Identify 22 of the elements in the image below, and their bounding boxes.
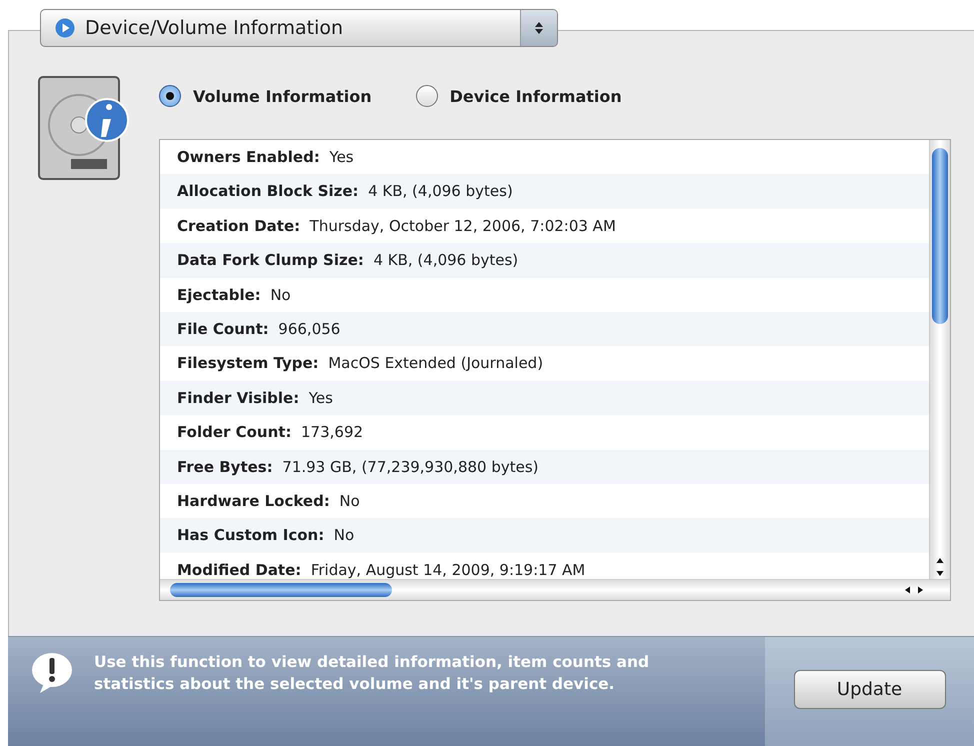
info-row: Finder Visible: Yes (160, 380, 929, 416)
info-row: File Count: 966,056 (160, 312, 929, 346)
dropdown-menu[interactable]: Device/Volume Information (40, 9, 558, 47)
help-message: Use this function to view detailed information, item counts and statistics about the selected volume and it's parent device. (94, 652, 650, 695)
info-row: Data Fork Clump Size: 4 KB, (4,096 bytes) (160, 243, 929, 278)
exclamation-bubble-icon (30, 651, 74, 695)
radio-circle[interactable] (159, 85, 181, 107)
radio-circle[interactable] (416, 85, 438, 107)
radio-option[interactable]: Device Information (416, 85, 622, 107)
scroll-arrows-icon[interactable] (936, 557, 944, 577)
update-button[interactable]: Update (794, 670, 946, 709)
info-row: Modified Date: Friday, August 14, 2009, 9:19:17 AM (160, 552, 929, 579)
scroll-arrows-icon[interactable] (904, 586, 924, 594)
play-icon (55, 18, 75, 38)
vertical-scrollbar[interactable] (929, 140, 950, 579)
horizontal-scrollbar[interactable] (160, 579, 950, 600)
info-row: Has Custom Icon: No (160, 518, 929, 553)
radio-option[interactable]: Volume Information (159, 85, 372, 107)
updown-arrows-icon (520, 10, 557, 46)
info-row: Allocation Block Size: 4 KB, (4,096 bytes) (160, 174, 929, 209)
hard-disk-info-icon (37, 75, 129, 183)
info-row: Free Bytes: 71.93 GB, (77,239,930,880 bytes) (160, 450, 929, 484)
